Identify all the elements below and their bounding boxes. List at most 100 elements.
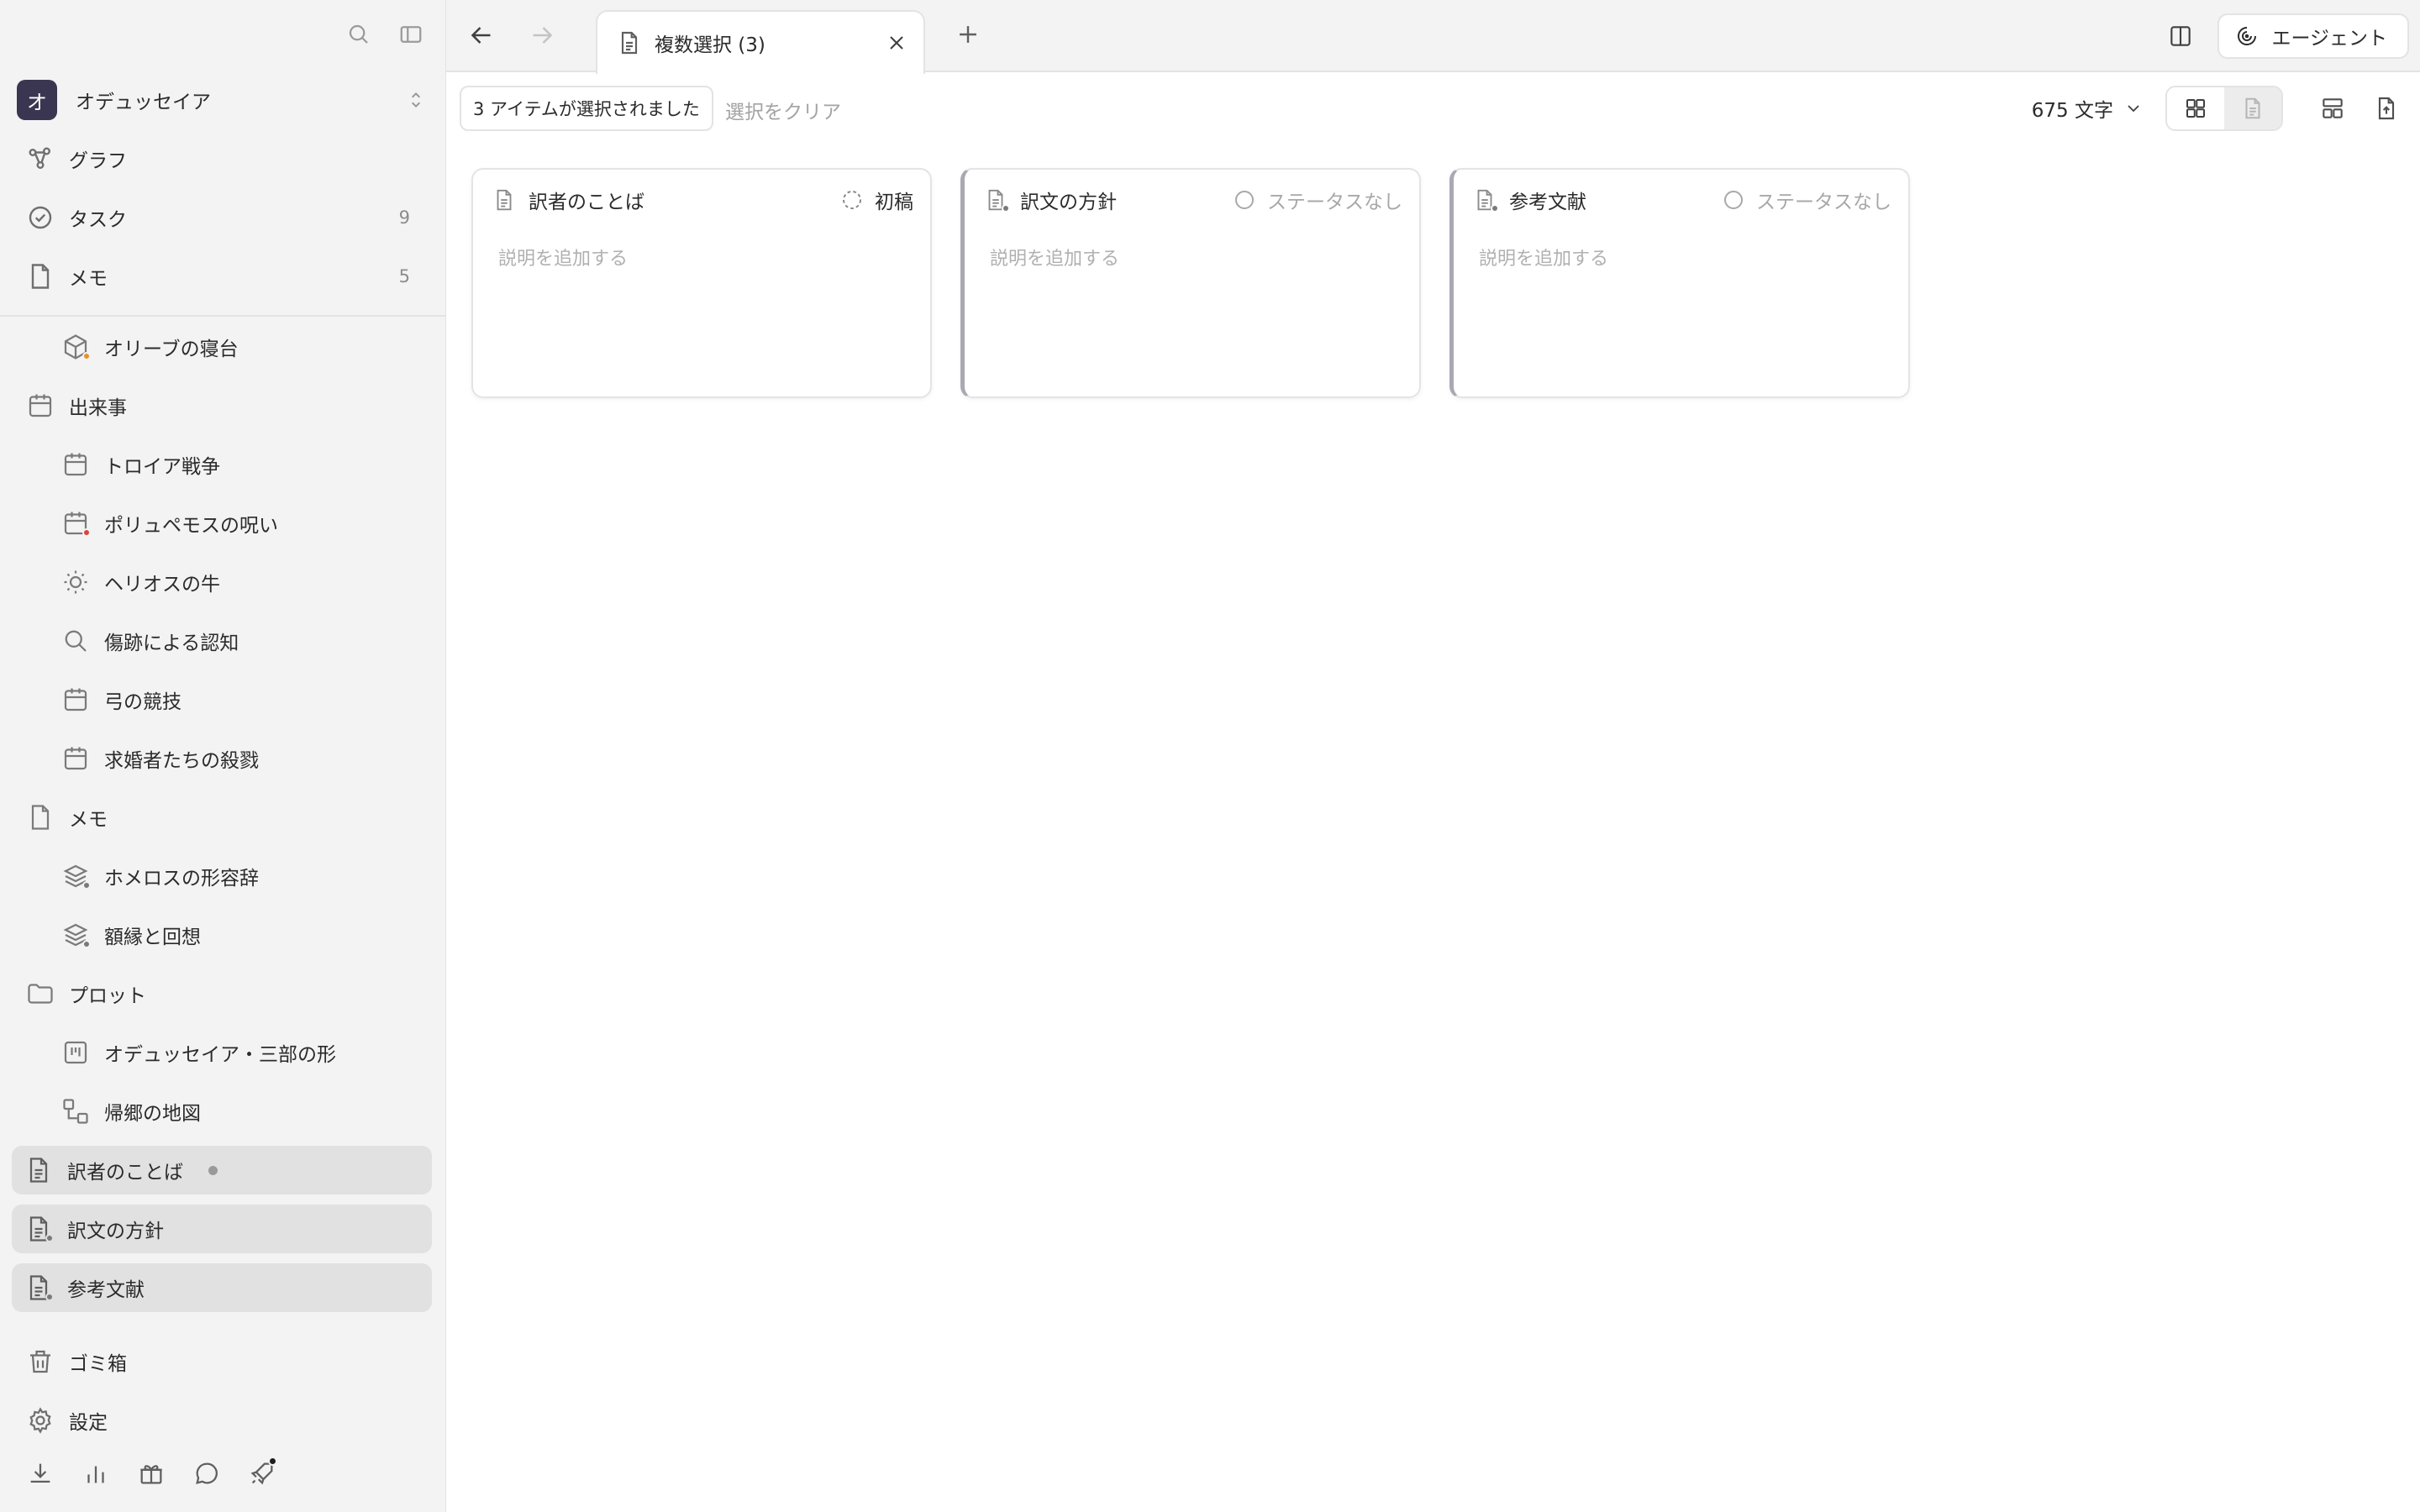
close-icon[interactable] — [885, 31, 908, 55]
sidebar-item-label: メモ — [69, 268, 108, 290]
calendar-icon — [60, 508, 91, 538]
sidebar-item-frame-recollection[interactable]: 額縁と回想 — [49, 911, 430, 959]
sidebar-item-scar-recognition[interactable]: 傷跡による認知 — [49, 617, 430, 665]
sidebar-toggle-icon[interactable] — [398, 22, 424, 47]
card-translator-note[interactable]: 訳者のことば 初稿 説明を追加する — [471, 168, 932, 398]
card-description-placeholder[interactable]: 説明を追加する — [498, 244, 628, 270]
empty-circle-icon — [1721, 187, 1746, 213]
sidebar-item-label: 訳文の方針 — [67, 1221, 164, 1242]
tab-label: 複数選択 (3) — [655, 34, 765, 56]
sidebar-item-olive-bed[interactable]: オリーブの寝台 — [49, 323, 430, 371]
sidebar-item-homeric-epithets[interactable]: ホメロスの形容辞 — [49, 852, 430, 900]
sidebar-item-label: オリーブの寝台 — [104, 339, 239, 360]
layers-icon — [60, 861, 91, 891]
word-count-dropdown[interactable]: 675 文字 — [2032, 94, 2144, 123]
sidebar-item-bibliography[interactable]: 参考文献 — [12, 1263, 432, 1312]
sidebar-item-helios-cattle[interactable]: ヘリオスの牛 — [49, 558, 430, 606]
chevron-down-icon — [2123, 98, 2144, 118]
sidebar-item-memo[interactable]: メモ 5 — [13, 252, 430, 301]
sidebar-item-label: ゴミ箱 — [69, 1353, 127, 1375]
card-header: 訳者のことば 初稿 — [492, 183, 913, 217]
document-icon — [24, 1155, 54, 1185]
calendar-icon — [25, 391, 55, 421]
sidebar-item-label: トロイア戦争 — [104, 456, 220, 478]
sidebar-item-label: 参考文献 — [67, 1279, 145, 1301]
card-status[interactable]: ステータスなし — [1232, 186, 1402, 214]
sidebar-item-count: 5 — [398, 266, 410, 286]
card-description-placeholder[interactable]: 説明を追加する — [1479, 244, 1608, 270]
sidebar-item-memo-folder[interactable]: メモ — [13, 793, 430, 842]
sidebar-item-label: ヘリオスの牛 — [104, 574, 220, 596]
clear-selection-link[interactable]: 選択をクリア — [725, 96, 841, 124]
sidebar-item-translation-policy[interactable]: 訳文の方針 — [12, 1205, 432, 1253]
sidebar-item-graph[interactable]: グラフ — [13, 134, 430, 183]
gift-icon[interactable] — [136, 1458, 166, 1488]
graph-icon — [25, 144, 55, 174]
sidebar-item-suitors-slaughter[interactable]: 求婚者たちの殺戮 — [49, 734, 430, 783]
tab-multi-select[interactable]: 複数選択 (3) — [596, 10, 925, 74]
split-view-icon[interactable] — [2167, 23, 2194, 50]
card-status[interactable]: 初稿 — [839, 186, 913, 214]
chevron-up-down-icon — [405, 89, 427, 111]
document-icon — [24, 1214, 54, 1244]
sidebar-item-tasks[interactable]: タスク 9 — [13, 193, 430, 242]
back-arrow-icon[interactable] — [466, 20, 497, 50]
sidebar-item-label: 設定 — [69, 1412, 108, 1434]
bar-chart-icon[interactable] — [81, 1458, 111, 1488]
sidebar-divider — [0, 315, 445, 317]
card-status-label: ステータスなし — [1756, 192, 1891, 213]
view-mode-toggle — [2165, 86, 2283, 131]
workspace-avatar: オ — [17, 80, 57, 120]
sidebar-item-events[interactable]: 出来事 — [13, 381, 430, 430]
card-status-label: ステータスなし — [1267, 192, 1402, 213]
layers-icon — [60, 920, 91, 950]
agent-button[interactable]: エージェント — [2217, 13, 2409, 59]
document-view-button[interactable] — [2224, 87, 2281, 129]
sidebar-item-translator-note[interactable]: 訳者のことば — [12, 1146, 432, 1194]
sidebar-item-label: タスク — [69, 209, 127, 231]
card-status[interactable]: ステータスなし — [1721, 186, 1891, 214]
card-status-label: 初稿 — [875, 192, 913, 213]
sidebar-item-label: 弓の競技 — [104, 691, 182, 713]
sidebar-item-bow-contest[interactable]: 弓の競技 — [49, 675, 430, 724]
download-icon[interactable] — [25, 1458, 55, 1488]
search-icon — [60, 626, 91, 656]
diagram-icon — [60, 1096, 91, 1126]
workspace-switcher[interactable]: オ オデュッセイア — [17, 79, 430, 121]
sidebar-item-polyphemus[interactable]: ポリュペモスの呪い — [49, 499, 430, 548]
document-icon — [2240, 96, 2265, 121]
sidebar-top-icons — [346, 22, 424, 47]
layout-icon[interactable] — [2310, 86, 2355, 131]
sidebar-item-odyssey-three-parts[interactable]: オデュッセイア・三部の形 — [49, 1028, 430, 1077]
document-icon — [24, 1273, 54, 1303]
forward-arrow-icon[interactable] — [527, 20, 557, 50]
calendar-icon — [60, 685, 91, 715]
sidebar-item-label: 傷跡による認知 — [104, 633, 239, 654]
sidebar-item-settings[interactable]: 設定 — [13, 1396, 430, 1445]
document-icon — [983, 187, 1010, 213]
plus-icon[interactable] — [954, 20, 982, 49]
board-icon — [60, 1037, 91, 1068]
card-translation-policy[interactable]: 訳文の方針 ステータスなし 説明を追加する — [960, 168, 1421, 398]
agent-label: エージェント — [2271, 28, 2387, 50]
card-bibliography[interactable]: 参考文献 ステータスなし 説明を追加する — [1449, 168, 1910, 398]
sidebar-item-trash[interactable]: ゴミ箱 — [13, 1337, 430, 1386]
rocket-icon[interactable] — [247, 1457, 277, 1488]
card-description-placeholder[interactable]: 説明を追加する — [990, 244, 1119, 270]
sidebar-item-count: 9 — [398, 207, 410, 228]
sidebar-item-label: メモ — [69, 809, 108, 831]
search-icon[interactable] — [346, 22, 371, 47]
dashed-circle-icon — [839, 187, 865, 213]
header-actions: エージェント — [2167, 13, 2409, 59]
unsaved-indicator — [208, 1165, 218, 1175]
folder-icon — [25, 979, 55, 1009]
grid-view-button[interactable] — [2167, 87, 2224, 129]
sidebar-item-trojan-war[interactable]: トロイア戦争 — [49, 440, 430, 489]
sidebar-item-plot[interactable]: プロット — [13, 969, 430, 1018]
agent-swirl-icon — [2234, 24, 2260, 49]
export-icon[interactable] — [2364, 86, 2409, 131]
calendar-icon — [60, 449, 91, 480]
sidebar-item-homecoming-map[interactable]: 帰郷の地図 — [49, 1087, 430, 1136]
chat-bubble-icon[interactable] — [192, 1458, 222, 1488]
calendar-icon — [60, 743, 91, 774]
